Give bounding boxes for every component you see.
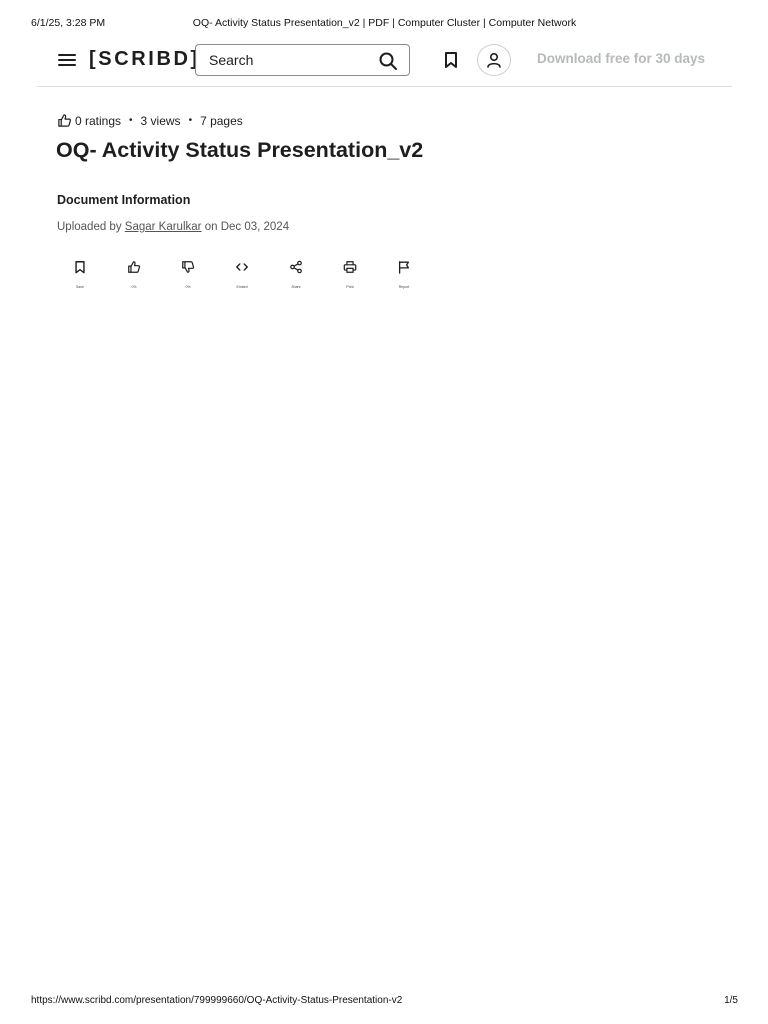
save-label: Save [76, 285, 84, 289]
print-url: https://www.scribd.com/presentation/7999… [31, 995, 403, 1006]
like-button[interactable]: 0% [111, 260, 165, 292]
thumbs-down-icon [182, 261, 195, 273]
search-icon[interactable] [378, 51, 398, 71]
print-page-title: OQ- Activity Status Presentation_v2 | PD… [192, 17, 577, 29]
save-button[interactable]: Save [57, 260, 111, 292]
user-icon [487, 52, 501, 68]
thumbs-up-icon [128, 261, 141, 273]
share-button[interactable]: Share [273, 260, 327, 292]
search-placeholder: Search [209, 52, 254, 68]
uploaded-prefix: Uploaded by [57, 221, 122, 233]
saved-bookmark-icon[interactable] [441, 50, 461, 70]
code-icon [236, 263, 248, 271]
printer-icon [343, 261, 357, 273]
separator-dot: • [129, 115, 133, 126]
document-title: OQ- Activity Status Presentation_v2 [56, 138, 424, 162]
uploaded-by-line: Uploaded by Sagar Karulkar on Dec 03, 20… [57, 221, 289, 233]
author-link[interactable]: Sagar Karulkar [125, 221, 202, 233]
download-free-button[interactable]: Download free for 30 days [537, 51, 705, 66]
share-icon [290, 260, 302, 274]
print-page-number: 1/5 [724, 995, 738, 1006]
account-avatar-button[interactable] [477, 44, 511, 76]
dislike-button[interactable]: 0% [165, 260, 219, 292]
print-button[interactable]: Print [327, 260, 381, 292]
flag-icon [398, 261, 410, 274]
report-button[interactable]: Report [381, 260, 435, 292]
views-count: 3 views [140, 113, 181, 128]
print-label: Print [346, 285, 354, 289]
scribd-logo[interactable]: [SCRIBD] [89, 48, 200, 71]
top-navigation-bar: [SCRIBD] Search Download free for 30 day… [37, 44, 732, 87]
uploaded-date: on Dec 03, 2024 [204, 221, 290, 233]
like-percentage: 0% [131, 285, 137, 289]
embed-label: Embed [236, 285, 248, 289]
embed-button[interactable]: Embed [219, 260, 273, 292]
document-stats: 0 ratings • 3 views • 7 pages [57, 113, 243, 128]
share-label: Share [291, 285, 301, 289]
print-header: 6/1/25, 3:28 PM OQ- Activity Status Pres… [31, 17, 738, 31]
separator-dot: • [188, 115, 193, 126]
document-information-heading: Document Information [57, 193, 191, 207]
search-input[interactable]: Search [195, 44, 410, 76]
pages-count: 7 pages [200, 113, 243, 128]
thumbs-up-icon [58, 114, 71, 127]
ratings-count[interactable]: 0 ratings [75, 114, 121, 128]
document-actions: Save 0% 0% Embed Share Print Report [57, 260, 435, 292]
report-label: Report [398, 285, 410, 289]
hamburger-menu-icon[interactable] [57, 52, 77, 68]
dislike-percentage: 0% [185, 285, 191, 289]
bookmark-icon [75, 261, 85, 274]
